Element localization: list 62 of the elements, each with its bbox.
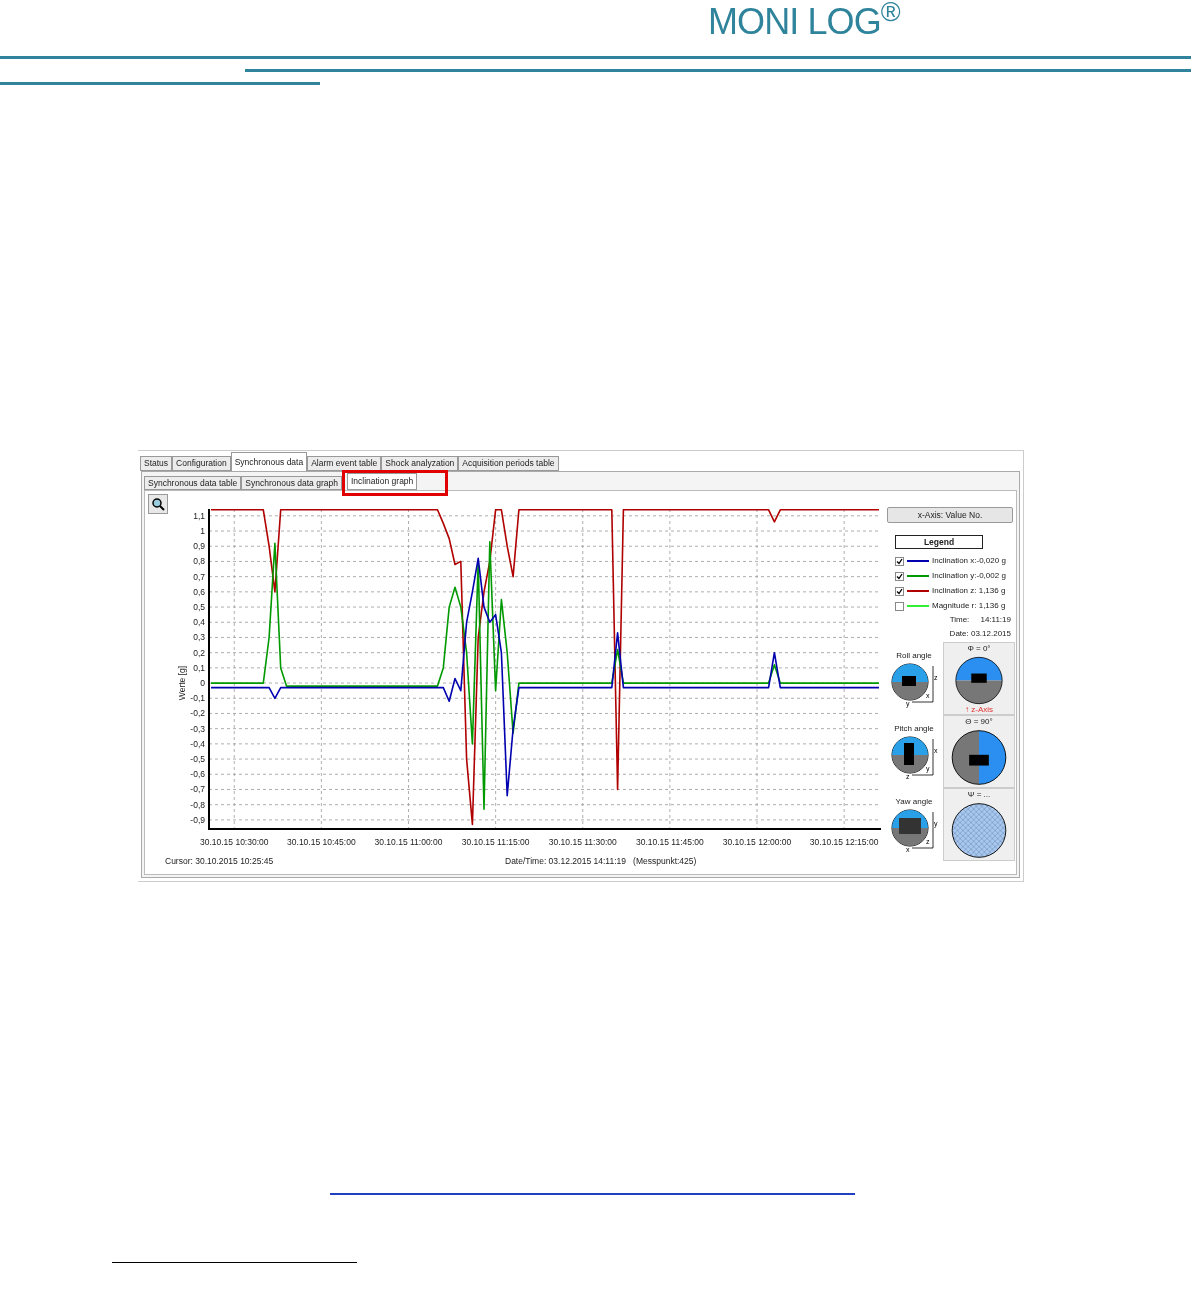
date-readout: Date: 03.12.2015 — [949, 628, 1011, 640]
y-tick-label: 0,1 — [193, 662, 205, 673]
checkbox[interactable] — [895, 571, 904, 581]
tab[interactable]: Acquisition periods table — [458, 456, 559, 471]
x-tick-label: 30.10.15 11:45:00 — [635, 837, 704, 847]
tab[interactable]: Synchronous data graph — [241, 476, 342, 490]
checkbox[interactable] — [895, 601, 904, 611]
y-tick-label: -0,8 — [190, 799, 205, 810]
angle-caption: Φ = 0° — [967, 643, 991, 655]
legend-label: Inclination x:-0,020 g — [932, 555, 1006, 567]
legend-label: Inclination y:-0,002 g — [932, 570, 1006, 582]
datetime-readout: Date/Time: 03.12.2015 14:11:19 (Messpunkt:425) — [505, 855, 697, 868]
legend-title: Legend — [895, 535, 983, 549]
angle-label: Yaw angle — [895, 795, 933, 808]
checkbox[interactable] — [895, 556, 904, 566]
y-axis-label: Werte [g] — [177, 665, 187, 701]
legend-label: Magnitude r: 1,136 g — [932, 600, 1006, 612]
y-tick-label: 0,4 — [193, 617, 205, 628]
tab[interactable]: Synchronous data — [230, 452, 308, 471]
legend-label: Inclination z: 1,136 g — [932, 585, 1006, 597]
y-tick-label: 1 — [200, 526, 205, 537]
y-tick-label: -0,6 — [190, 769, 205, 780]
x-tick-label: 30.10.15 11:00:00 — [374, 837, 443, 847]
y-tick-label: -0,5 — [190, 754, 205, 765]
y-tick-label: -0,4 — [190, 738, 205, 749]
y-tick-label: 0,7 — [193, 571, 205, 582]
x-tick-label: 30.10.15 11:15:00 — [461, 837, 530, 847]
tab[interactable]: Inclination graph — [346, 473, 418, 490]
zoom-button[interactable] — [148, 494, 168, 514]
x-axis-button[interactable]: x-Axis: Value No. — [887, 507, 1013, 523]
y-tick-label: 0,8 — [193, 556, 205, 567]
x-tick-label: 30.10.15 10:45:00 — [287, 837, 356, 847]
y-tick-label: 0,2 — [193, 647, 205, 658]
tab[interactable]: Configuration — [172, 456, 231, 471]
axis-note: ↑ z-Axis — [965, 706, 993, 714]
y-tick-label: -0,3 — [190, 723, 205, 734]
y-tick-label: -0,7 — [190, 784, 205, 795]
x-tick-label: 30.10.15 11:30:00 — [548, 837, 617, 847]
angle-caption: Ψ = ... — [967, 789, 991, 801]
time-readout: Time: 14:11:19 — [949, 614, 1011, 626]
angle-label: Roll angle — [896, 649, 932, 662]
tab[interactable]: Synchronous data table — [144, 476, 242, 490]
x-tick-label: 30.10.15 10:30:00 — [199, 837, 269, 847]
y-tick-label: 1,1 — [193, 510, 205, 521]
y-tick-label: -0,9 — [190, 814, 205, 825]
tab[interactable]: Status — [140, 456, 173, 471]
search-icon — [151, 497, 165, 511]
angle-caption: Θ = 90° — [965, 716, 993, 728]
x-tick-label: 30.10.15 12:00:00 — [722, 837, 792, 847]
y-tick-label: 0,3 — [193, 632, 205, 643]
y-tick-label: -0,1 — [190, 693, 205, 704]
y-tick-label: 0,9 — [193, 541, 205, 552]
cursor-readout: Cursor: 30.10.2015 10:25:45 — [165, 855, 275, 868]
y-tick-label: 0,6 — [193, 586, 205, 597]
y-tick-label: -0,2 — [190, 708, 205, 719]
checkbox[interactable] — [895, 586, 904, 596]
logo: MONI LOG$^{®}$ — [708, 2, 900, 42]
y-tick-label: 0 — [200, 678, 205, 689]
angle-label: Pitch angle — [894, 722, 934, 735]
tab[interactable]: Alarm event table — [307, 456, 382, 471]
x-tick-label: 30.10.15 12:15:00 — [809, 837, 879, 847]
y-tick-label: 0,5 — [193, 602, 205, 613]
